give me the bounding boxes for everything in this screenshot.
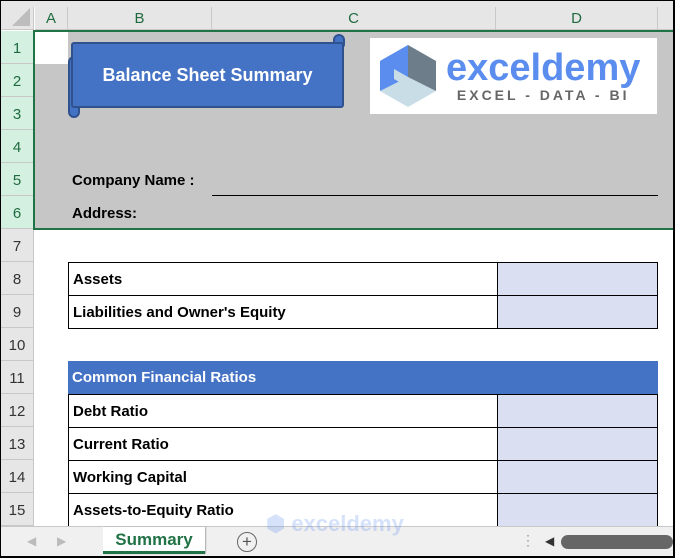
row-header-2[interactable]: 2 xyxy=(1,64,34,97)
row-header-3[interactable]: 3 xyxy=(1,97,34,130)
ratio-value-cell[interactable] xyxy=(497,395,657,427)
assets-label: Assets xyxy=(73,271,123,288)
column-header-b[interactable]: B xyxy=(68,7,212,30)
row-header-4[interactable]: 4 xyxy=(1,130,34,163)
row-header-6[interactable]: 6 xyxy=(1,196,34,229)
ratio-label: Working Capital xyxy=(73,469,187,486)
row-header-13[interactable]: 13 xyxy=(1,427,34,460)
excel-window: A B C D 1 2 3 4 5 6 7 8 9 10 11 12 13 14… xyxy=(1,1,673,556)
row-header-10[interactable]: 10 xyxy=(1,328,34,361)
scroll-left-icon[interactable]: ◀ xyxy=(545,534,554,548)
ratio-value-cell[interactable] xyxy=(497,461,657,493)
column-header-c[interactable]: C xyxy=(212,7,496,30)
ratio-value-cell[interactable] xyxy=(497,494,657,526)
splitter-handle-icon[interactable]: ⋮ xyxy=(521,532,535,549)
horizontal-scrollbar[interactable] xyxy=(561,535,673,549)
row-header-1[interactable]: 1 xyxy=(1,31,34,64)
row-header-8[interactable]: 8 xyxy=(1,262,34,295)
exceldemy-watermark: ⬢ exceldemy xyxy=(266,511,404,536)
ratio-value-cell[interactable] xyxy=(497,428,657,460)
column-header-e[interactable] xyxy=(658,7,673,30)
liabilities-label: Liabilities and Owner's Equity xyxy=(73,304,286,321)
row-header-15[interactable]: 15 xyxy=(1,493,34,526)
row-header-7[interactable]: 7 xyxy=(1,229,34,262)
assets-value-cell[interactable] xyxy=(497,263,657,295)
liabilities-row: Liabilities and Owner's Equity xyxy=(68,295,658,329)
next-sheet-icon[interactable]: ▶ xyxy=(57,534,66,548)
row-header-14[interactable]: 14 xyxy=(1,460,34,493)
ratio-label: Current Ratio xyxy=(73,436,169,453)
select-all-button[interactable] xyxy=(1,7,34,30)
ratio-label: Assets-to-Equity Ratio xyxy=(73,502,234,519)
assets-row: Assets xyxy=(68,262,658,296)
ratio-row: Current Ratio xyxy=(68,427,658,461)
row-header-12[interactable]: 12 xyxy=(1,394,34,427)
add-sheet-icon[interactable]: + xyxy=(237,532,257,552)
row-header-9[interactable]: 9 xyxy=(1,295,34,328)
row-header-11[interactable]: 11 xyxy=(1,361,34,394)
prev-sheet-icon[interactable]: ◀ xyxy=(27,534,36,548)
ratios-header: Common Financial Ratios xyxy=(68,361,658,394)
ratio-label: Debt Ratio xyxy=(73,403,148,420)
column-header-a[interactable]: A xyxy=(35,7,68,30)
row-header-5[interactable]: 5 xyxy=(1,163,34,196)
selection-range xyxy=(33,30,673,230)
column-header-d[interactable]: D xyxy=(496,7,658,30)
liabilities-value-cell[interactable] xyxy=(497,296,657,328)
ratio-row: Debt Ratio xyxy=(68,394,658,428)
ratio-row: Working Capital xyxy=(68,460,658,494)
sheet-tab-summary[interactable]: Summary xyxy=(103,527,205,554)
